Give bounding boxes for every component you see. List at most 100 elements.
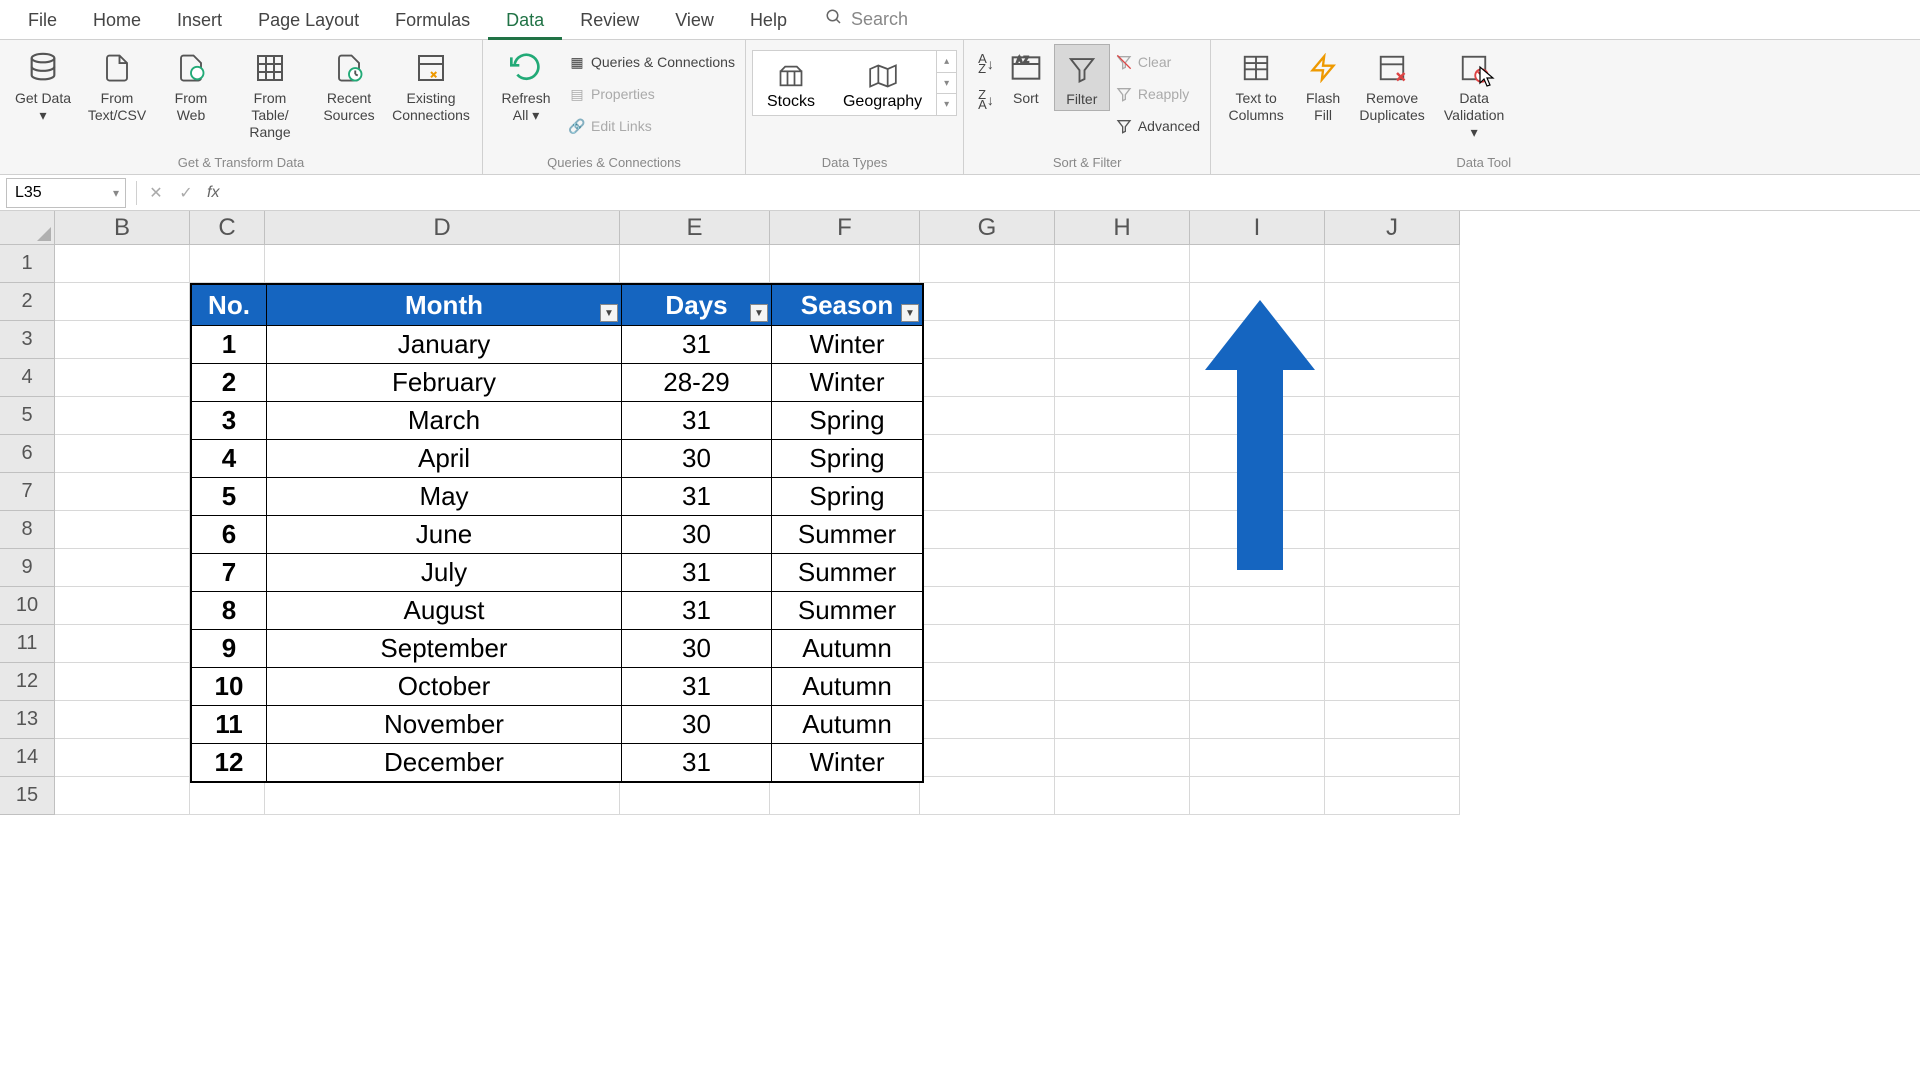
- tab-file[interactable]: File: [10, 0, 75, 40]
- sort-button[interactable]: A Z Sort: [998, 44, 1054, 109]
- select-all-corner[interactable]: [0, 211, 55, 245]
- table-cell[interactable]: 30: [622, 629, 772, 667]
- table-cell[interactable]: February: [267, 363, 622, 401]
- filter-button[interactable]: Filter: [1054, 44, 1110, 111]
- tab-page-layout[interactable]: Page Layout: [240, 0, 377, 40]
- stocks-button[interactable]: Stocks: [753, 51, 829, 115]
- row-header-2[interactable]: 2: [0, 283, 55, 321]
- table-cell[interactable]: Spring: [772, 401, 922, 439]
- table-row[interactable]: 12December31Winter: [192, 743, 922, 781]
- row-header-4[interactable]: 4: [0, 359, 55, 397]
- table-cell[interactable]: Spring: [772, 477, 922, 515]
- refresh-all-button[interactable]: Refresh All ▾: [489, 44, 563, 126]
- table-row[interactable]: 7July31Summer: [192, 553, 922, 591]
- table-row[interactable]: 2February28-29Winter: [192, 363, 922, 401]
- table-row[interactable]: 1January31Winter: [192, 325, 922, 363]
- table-cell[interactable]: Autumn: [772, 705, 922, 743]
- table-cell[interactable]: 31: [622, 477, 772, 515]
- table-cell[interactable]: 7: [192, 553, 267, 591]
- table-row[interactable]: 9September30Autumn: [192, 629, 922, 667]
- table-cell[interactable]: May: [267, 477, 622, 515]
- cells-area[interactable]: No.Month▼Days▼Season▼1January31Winter2Fe…: [55, 245, 1460, 815]
- remove-duplicates-button[interactable]: Remove Duplicates: [1351, 44, 1433, 126]
- tab-home[interactable]: Home: [75, 0, 159, 40]
- existing-connections-button[interactable]: Existing Connections: [386, 44, 476, 126]
- row-header-8[interactable]: 8: [0, 511, 55, 549]
- tab-review[interactable]: Review: [562, 0, 657, 40]
- table-cell[interactable]: November: [267, 705, 622, 743]
- queries-connections-button[interactable]: ▦Queries & Connections: [563, 48, 739, 76]
- table-cell[interactable]: 8: [192, 591, 267, 629]
- table-cell[interactable]: 10: [192, 667, 267, 705]
- table-cell[interactable]: 4: [192, 439, 267, 477]
- table-cell[interactable]: 9: [192, 629, 267, 667]
- tab-view[interactable]: View: [657, 0, 732, 40]
- text-to-columns-button[interactable]: Text to Columns: [1217, 44, 1295, 126]
- row-header-10[interactable]: 10: [0, 587, 55, 625]
- table-cell[interactable]: July: [267, 553, 622, 591]
- table-cell[interactable]: March: [267, 401, 622, 439]
- name-box[interactable]: L35: [6, 178, 126, 208]
- table-cell[interactable]: Winter: [772, 325, 922, 363]
- row-header-11[interactable]: 11: [0, 625, 55, 663]
- table-cell[interactable]: September: [267, 629, 622, 667]
- table-row[interactable]: 6June30Summer: [192, 515, 922, 553]
- column-header-E[interactable]: E: [620, 211, 770, 245]
- row-header-12[interactable]: 12: [0, 663, 55, 701]
- filter-dropdown-season[interactable]: ▼: [901, 304, 919, 322]
- filter-dropdown-month[interactable]: ▼: [600, 304, 618, 322]
- flash-fill-button[interactable]: Flash Fill: [1295, 44, 1351, 126]
- table-cell[interactable]: Spring: [772, 439, 922, 477]
- table-cell[interactable]: 28-29: [622, 363, 772, 401]
- table-cell[interactable]: 3: [192, 401, 267, 439]
- table-cell[interactable]: Winter: [772, 363, 922, 401]
- table-cell[interactable]: 11: [192, 705, 267, 743]
- table-row[interactable]: 4April30Spring: [192, 439, 922, 477]
- fx-icon[interactable]: fx: [207, 184, 219, 202]
- tab-insert[interactable]: Insert: [159, 0, 240, 40]
- table-cell[interactable]: 31: [622, 325, 772, 363]
- table-cell[interactable]: 31: [622, 667, 772, 705]
- table-cell[interactable]: 31: [622, 743, 772, 781]
- table-cell[interactable]: Summer: [772, 515, 922, 553]
- table-cell[interactable]: Autumn: [772, 667, 922, 705]
- table-cell[interactable]: 31: [622, 553, 772, 591]
- row-header-6[interactable]: 6: [0, 435, 55, 473]
- from-web-button[interactable]: From Web: [154, 44, 228, 126]
- sort-az-button[interactable]: AZ↓: [978, 54, 994, 74]
- table-cell[interactable]: August: [267, 591, 622, 629]
- table-cell[interactable]: Summer: [772, 553, 922, 591]
- table-row[interactable]: 5May31Spring: [192, 477, 922, 515]
- table-row[interactable]: 8August31Summer: [192, 591, 922, 629]
- tell-me-search[interactable]: Search: [825, 8, 908, 31]
- row-header-5[interactable]: 5: [0, 397, 55, 435]
- column-header-H[interactable]: H: [1055, 211, 1190, 245]
- table-cell[interactable]: October: [267, 667, 622, 705]
- table-cell[interactable]: 30: [622, 515, 772, 553]
- row-header-15[interactable]: 15: [0, 777, 55, 815]
- table-cell[interactable]: 5: [192, 477, 267, 515]
- row-header-7[interactable]: 7: [0, 473, 55, 511]
- row-header-13[interactable]: 13: [0, 701, 55, 739]
- column-header-B[interactable]: B: [55, 211, 190, 245]
- table-cell[interactable]: January: [267, 325, 622, 363]
- tab-data[interactable]: Data: [488, 0, 562, 40]
- data-types-scroll[interactable]: ▴▾▾: [936, 51, 956, 115]
- table-cell[interactable]: June: [267, 515, 622, 553]
- recent-sources-button[interactable]: Recent Sources: [312, 44, 386, 126]
- row-header-9[interactable]: 9: [0, 549, 55, 587]
- row-header-14[interactable]: 14: [0, 739, 55, 777]
- table-cell[interactable]: Winter: [772, 743, 922, 781]
- table-cell[interactable]: Summer: [772, 591, 922, 629]
- table-cell[interactable]: 30: [622, 439, 772, 477]
- table-cell[interactable]: Autumn: [772, 629, 922, 667]
- tab-help[interactable]: Help: [732, 0, 805, 40]
- formula-input[interactable]: [225, 178, 1920, 208]
- get-data-button[interactable]: Get Data ▾: [6, 44, 80, 126]
- data-validation-button[interactable]: Data Validation ▾: [1433, 44, 1515, 143]
- row-header-3[interactable]: 3: [0, 321, 55, 359]
- column-header-C[interactable]: C: [190, 211, 265, 245]
- filter-dropdown-days[interactable]: ▼: [750, 304, 768, 322]
- table-cell[interactable]: 31: [622, 591, 772, 629]
- table-cell[interactable]: April: [267, 439, 622, 477]
